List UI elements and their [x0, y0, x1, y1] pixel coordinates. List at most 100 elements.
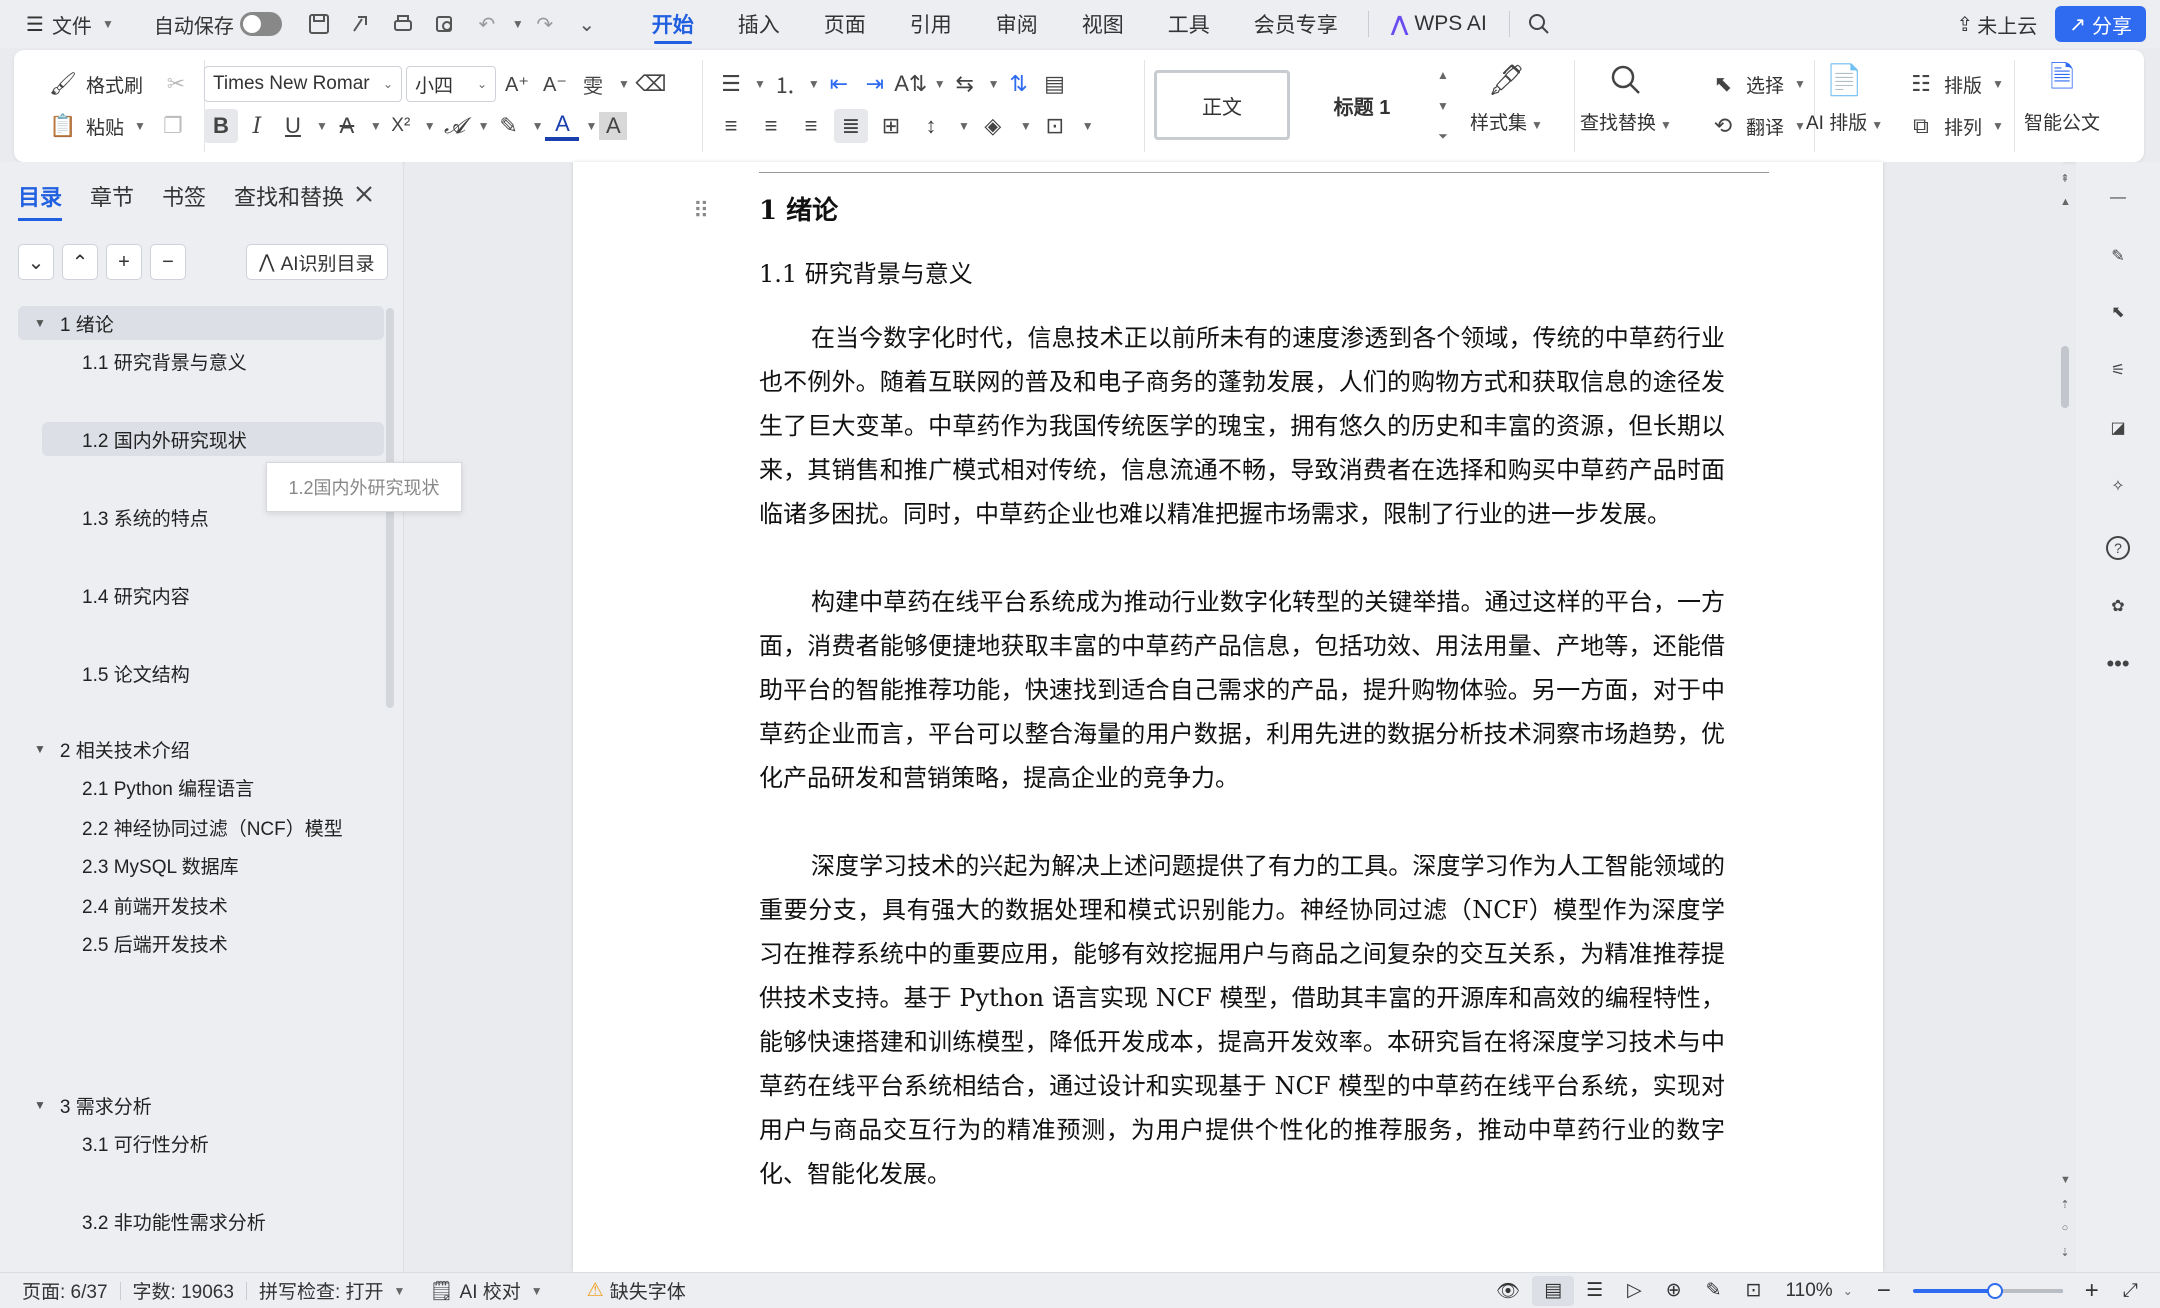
scroll-down-icon[interactable]: ▼: [2060, 1174, 2071, 1186]
pen-icon[interactable]: ✎: [2102, 240, 2134, 272]
zoom-out-icon[interactable]: −: [1865, 1277, 1903, 1305]
chevron-down-icon[interactable]: ▼: [370, 119, 382, 133]
browse-object-icon[interactable]: ○: [2060, 1222, 2070, 1234]
chevron-down-icon[interactable]: ▼: [585, 119, 597, 133]
toc-item[interactable]: ▼ 1 绪论: [18, 306, 384, 340]
superscript-icon[interactable]: X²: [384, 109, 418, 143]
translate-button[interactable]: ⟲ 翻译 ▼: [1700, 106, 1812, 146]
redo-icon[interactable]: ↷: [532, 11, 558, 37]
save-icon[interactable]: [306, 11, 332, 37]
page-count[interactable]: 页面: 6/37: [0, 1277, 120, 1304]
tab-review[interactable]: 审阅: [974, 0, 1060, 48]
print-icon[interactable]: [390, 11, 416, 37]
chevron-down-icon[interactable]: ▼: [958, 119, 970, 133]
line-spacing-icon[interactable]: ↕: [914, 109, 948, 143]
toc-item[interactable]: 2.3 MySQL 数据库: [82, 848, 239, 882]
char-shading-icon[interactable]: A: [599, 112, 628, 140]
print-preview-icon[interactable]: [432, 11, 458, 37]
chevron-down-icon[interactable]: ▼: [618, 77, 630, 91]
autosave-toggle[interactable]: 自动保存: [146, 0, 290, 48]
next-page-icon[interactable]: ⇣: [2060, 1246, 2070, 1259]
paragraph[interactable]: 构建中草药在线平台系统成为推动行业数字化转型的关键举措。通过这样的平台，一方面，…: [759, 580, 1725, 800]
outline-view-icon[interactable]: ☰: [1574, 1279, 1615, 1302]
file-menu[interactable]: ☰ 文件 ▼: [0, 0, 122, 48]
collapse-rail-icon[interactable]: —: [2102, 182, 2134, 214]
shrink-font-icon[interactable]: A⁻: [538, 67, 572, 101]
expand-icon[interactable]: ⌃: [62, 244, 98, 280]
tab-view[interactable]: 视图: [1060, 0, 1146, 48]
scroll-top-icon[interactable]: ⇞: [2060, 172, 2070, 185]
typeset-button[interactable]: ☷ 排版 ▼: [1898, 64, 2010, 104]
smart-doc-button[interactable]: 🗎 智能公文: [2024, 58, 2100, 135]
toc-item[interactable]: 2.1 Python 编程语言: [82, 770, 254, 804]
pointer-icon[interactable]: ⬉: [2102, 296, 2134, 328]
tools-icon[interactable]: ✧: [2102, 470, 2134, 502]
gift-icon[interactable]: ✿: [2102, 590, 2134, 622]
paragraph[interactable]: 在当今数字化时代，信息技术正以前所未有的速度渗透到各个领域，传统的中草药行业也不…: [759, 316, 1725, 536]
clear-format-icon[interactable]: ⌫: [634, 67, 668, 101]
prev-page-icon[interactable]: ⇡: [2060, 1198, 2070, 1211]
chevron-down-icon[interactable]: ▼: [316, 119, 328, 133]
tab-page[interactable]: 页面: [802, 0, 888, 48]
shading-icon[interactable]: ◈: [976, 109, 1010, 143]
chevron-down-icon[interactable]: ▼: [754, 77, 766, 91]
copy-icon[interactable]: ❐: [156, 109, 190, 143]
shape-icon[interactable]: ◪: [2102, 412, 2134, 444]
tab-member[interactable]: 会员专享: [1232, 0, 1360, 48]
search-icon[interactable]: [1526, 11, 1552, 37]
chevron-down-icon[interactable]: ▼: [808, 77, 820, 91]
draw-icon[interactable]: ✎: [1694, 1279, 1734, 1302]
add-heading-icon[interactable]: +: [106, 244, 142, 280]
tab-reference[interactable]: 引用: [888, 0, 974, 48]
share-button[interactable]: ↗ 分享: [2055, 6, 2146, 42]
chevron-down-icon[interactable]: ▼: [1437, 99, 1449, 113]
bullet-list-icon[interactable]: ☰: [714, 67, 748, 101]
collapse-icon[interactable]: ⌄: [18, 244, 54, 280]
spell-check-toggle[interactable]: 拼写检查: 打开 ▼: [247, 1277, 417, 1304]
cut-icon[interactable]: ✂: [159, 67, 193, 101]
paste-button[interactable]: 📋 粘贴 ▼: [40, 106, 152, 146]
border-icon[interactable]: ⊡: [1038, 109, 1072, 143]
font-name-select[interactable]: Times New Romar ⌄: [204, 66, 402, 102]
arrange-button[interactable]: ⧉ 排列 ▼: [1898, 106, 2010, 146]
toc-item[interactable]: ▼ 2 相关技术介绍: [34, 732, 190, 766]
document-scrollbar[interactable]: ⇞ ▲ ▼ ⇡ ○ ⇣: [2060, 170, 2071, 1260]
paragraph[interactable]: 深度学习技术的兴起为解决上述问题提供了有力的工具。深度学习作为人工智能领域的重要…: [759, 844, 1725, 1196]
chevron-up-icon[interactable]: ▲: [1437, 68, 1449, 82]
style-set-button[interactable]: 🖋 样式集 ▼: [1470, 58, 1543, 135]
chevron-down-icon[interactable]: ▼: [478, 119, 490, 133]
undo-icon[interactable]: ↶: [474, 11, 500, 37]
heading-1[interactable]: 1 绪论: [759, 190, 838, 227]
toc-item[interactable]: 1.5 论文结构: [82, 656, 190, 690]
show-marks-icon[interactable]: ▤: [1038, 67, 1072, 101]
chevron-down-icon[interactable]: ▼: [934, 77, 946, 91]
chevron-down-icon[interactable]: ▼: [532, 119, 544, 133]
tab-bookmarks[interactable]: 书签: [162, 180, 206, 221]
zoom-select[interactable]: 110% ⌄: [1774, 1280, 1865, 1302]
swap-icon[interactable]: ⇆: [948, 67, 982, 101]
grow-font-icon[interactable]: A⁺: [500, 67, 534, 101]
toc-item[interactable]: 2.2 神经协同过滤（NCF）模型: [82, 810, 343, 844]
word-count[interactable]: 字数: 19063: [121, 1277, 246, 1304]
toc-item[interactable]: 2.4 前端开发技术: [82, 888, 228, 922]
zoom-slider[interactable]: [1912, 1282, 2063, 1299]
export-icon[interactable]: [348, 11, 374, 37]
increase-indent-icon[interactable]: ⇥: [858, 67, 892, 101]
chevron-down-icon[interactable]: ▼: [424, 119, 436, 133]
align-center-icon[interactable]: ≡: [754, 109, 788, 143]
ai-toc-button[interactable]: ⋀ AI识别目录: [246, 244, 388, 280]
text-direction-icon[interactable]: A⇅: [894, 67, 928, 101]
font-size-select[interactable]: 小四 ⌄: [406, 66, 496, 102]
play-icon[interactable]: ▷: [1615, 1279, 1654, 1302]
tab-toc[interactable]: 目录: [18, 180, 63, 221]
drag-handle-icon[interactable]: ⠿: [693, 198, 709, 224]
italic-icon[interactable]: I: [240, 109, 274, 143]
expand-styles-icon[interactable]: ⏷: [1438, 129, 1448, 144]
heading-2[interactable]: 1.1 研究背景与意义: [759, 254, 973, 289]
caret-down-icon[interactable]: ▼: [34, 316, 46, 330]
select-button[interactable]: ⬉ 选择 ▼: [1700, 64, 1812, 104]
numbered-list-icon[interactable]: ⒈: [768, 67, 802, 101]
style-scroll[interactable]: ▲ ▼ ⏷: [1432, 68, 1454, 144]
toc-item[interactable]: 2.5 后端开发技术: [82, 926, 228, 960]
justify-icon[interactable]: ≣: [834, 109, 868, 143]
